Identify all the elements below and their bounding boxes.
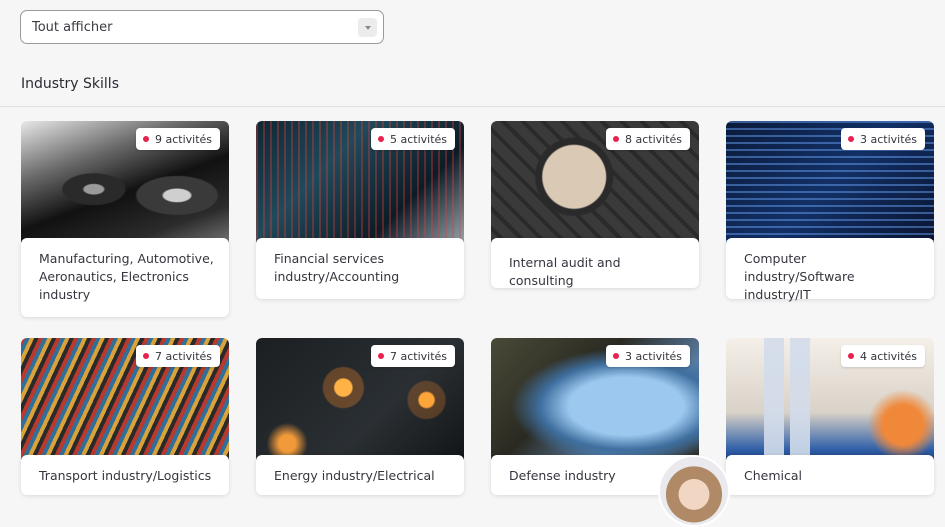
badge-dot-icon: [142, 136, 149, 142]
badge-dot-icon: [847, 353, 854, 359]
card-label: Energy industry/Electrical: [256, 455, 464, 495]
activities-count: 5 activités: [389, 132, 447, 146]
activities-count: 9 activités: [154, 132, 212, 146]
chevron-down-icon[interactable]: [358, 18, 377, 37]
activities-count: 3 activités: [624, 349, 682, 363]
activities-count: 8 activités: [624, 132, 682, 146]
activities-count: 3 activités: [859, 132, 917, 146]
activities-badge: 4 activités: [840, 345, 925, 367]
badge-dot-icon: [377, 136, 384, 142]
badge-dot-icon: [847, 136, 854, 142]
activities-badge: 3 activités: [605, 345, 690, 367]
activities-badge: 8 activités: [605, 128, 690, 150]
badge-dot-icon: [377, 353, 384, 359]
section-divider: [0, 106, 945, 107]
card-label: Chemical: [726, 455, 934, 495]
activities-count: 7 activités: [154, 349, 212, 363]
badge-dot-icon: [612, 136, 619, 142]
badge-dot-icon: [612, 353, 619, 359]
filter-select[interactable]: Tout afficher: [20, 10, 384, 44]
badge-dot-icon: [142, 353, 149, 359]
card-label: Manufacturing, Automotive, Aeronautics, …: [21, 238, 229, 317]
section-title: Industry Skills: [21, 76, 119, 92]
activities-badge: 5 activités: [370, 128, 455, 150]
chat-avatar[interactable]: [658, 455, 730, 527]
card-label: Financial services industry/Accounting: [256, 238, 464, 299]
card-label: Computer industry/Software industry/IT: [726, 238, 934, 302]
activities-badge: 3 activités: [840, 128, 925, 150]
filter-value: Tout afficher: [32, 20, 113, 35]
activities-badge: 7 activités: [135, 345, 220, 367]
card-label: Transport industry/Logistics: [21, 455, 229, 495]
activities-badge: 9 activités: [135, 128, 220, 150]
activities-badge: 7 activités: [370, 345, 455, 367]
card-label: Internal audit and consulting: [491, 238, 699, 288]
activities-count: 4 activités: [859, 349, 917, 363]
activities-count: 7 activités: [389, 349, 447, 363]
